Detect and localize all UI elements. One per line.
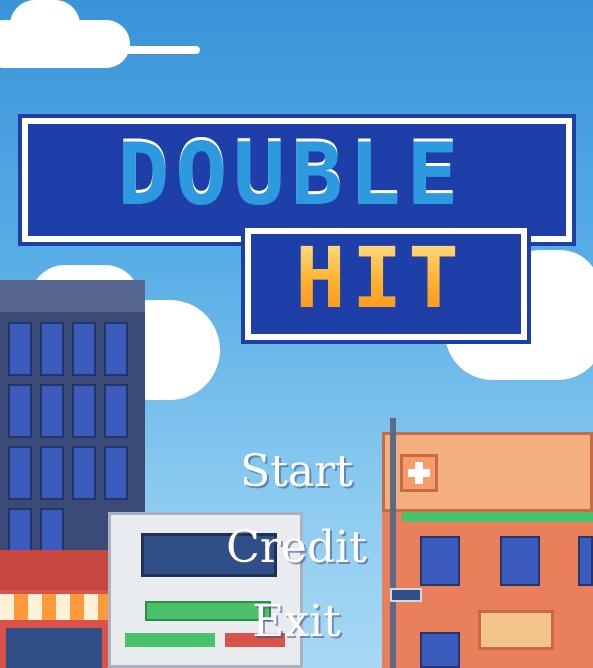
cloud-streak: [120, 46, 200, 54]
cloud-top-left-puff: [10, 0, 80, 50]
menu-exit-button[interactable]: Exit: [0, 596, 593, 647]
title-word-hit: HIT: [250, 236, 510, 320]
menu-start-button[interactable]: Start: [0, 446, 593, 497]
title-screen: DOUBLE HIT Start Credit Exit: [0, 0, 593, 668]
title-word-double: DOUBLE: [117, 125, 465, 225]
menu-credit-button[interactable]: Credit: [0, 522, 593, 573]
